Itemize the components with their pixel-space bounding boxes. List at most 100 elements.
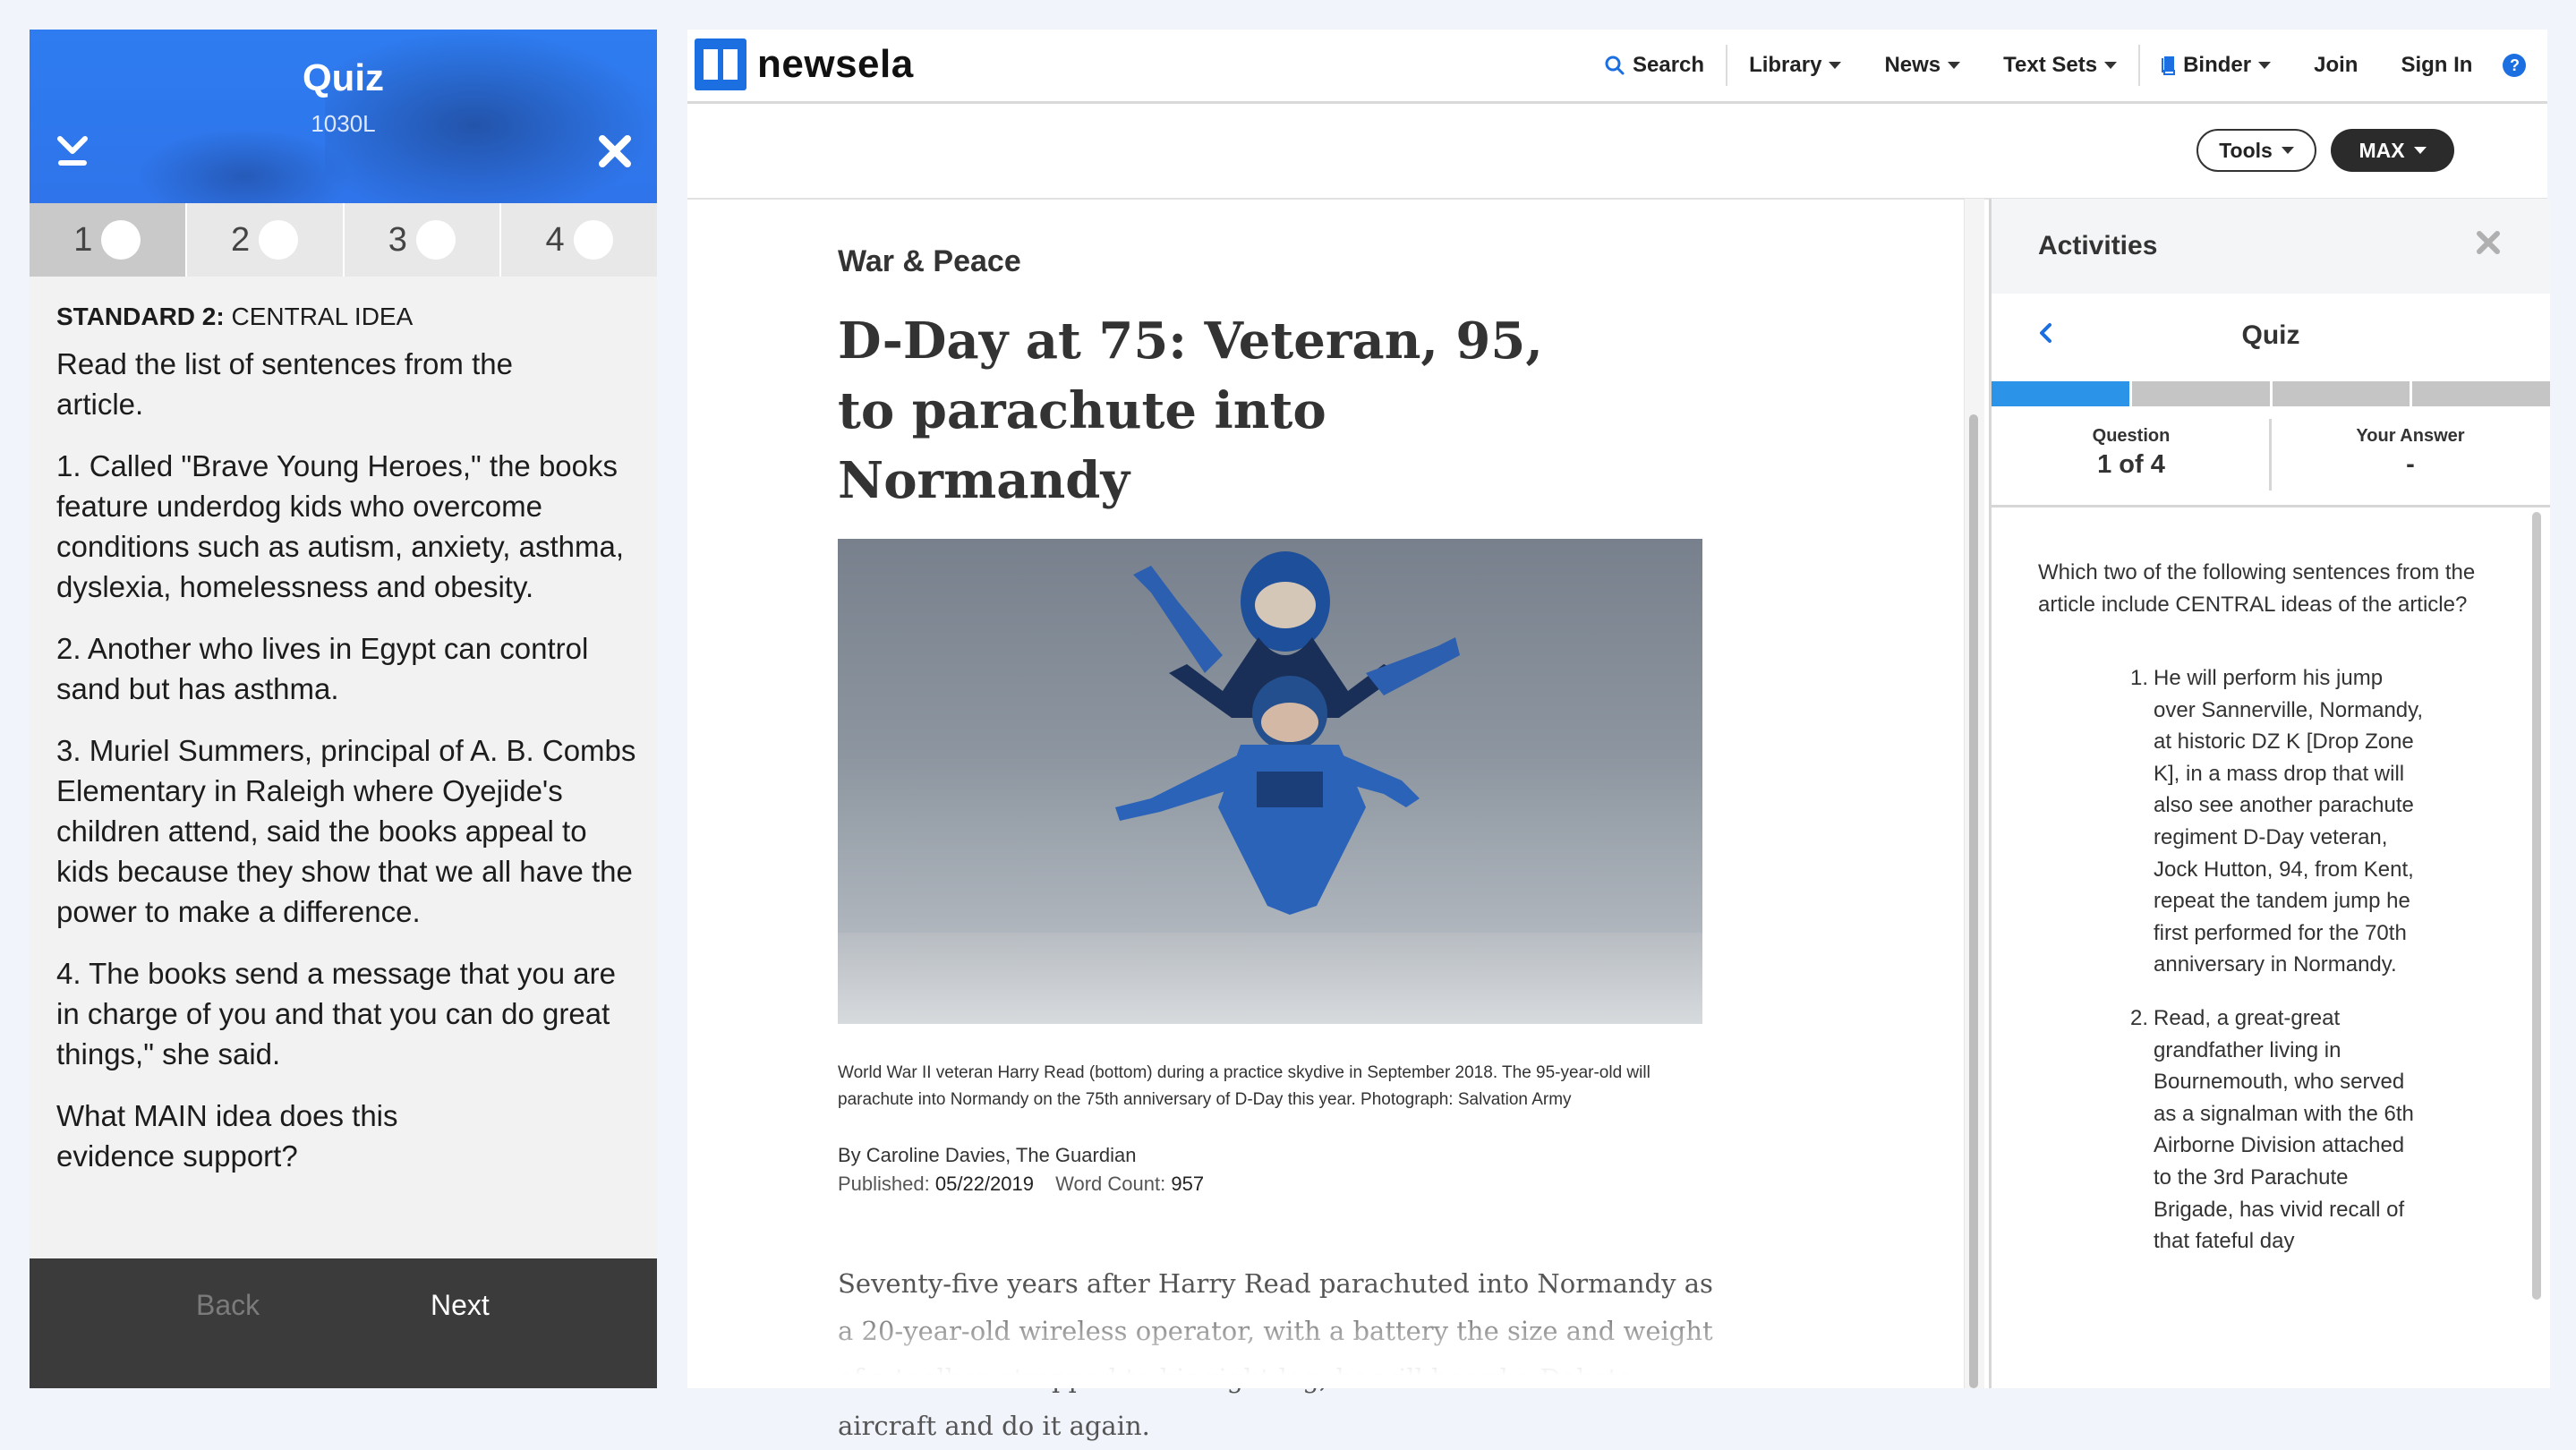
progress-segment <box>2412 381 2550 406</box>
tools-dropdown[interactable]: Tools <box>2196 129 2316 172</box>
answer-status-dot <box>259 220 299 260</box>
nav-text-sets-label: Text Sets <box>2003 53 2098 77</box>
chevron-down-icon <box>1829 62 1842 69</box>
nav-sign-in-label: Sign In <box>2401 53 2473 77</box>
nav-sign-in[interactable]: Sign In <box>2379 43 2494 88</box>
close-icon[interactable] <box>2475 229 2502 256</box>
nav-binder[interactable]: Binder <box>2140 43 2292 88</box>
main-nav: Search Library News Text Sets Binder Joi… <box>1582 30 2527 101</box>
answer-status-dot <box>573 220 613 260</box>
question-counter: Question 1 of 4 <box>1992 426 2271 480</box>
article-toolbar: Tools MAX <box>687 104 2547 200</box>
chevron-down-icon <box>2258 62 2272 69</box>
answer-option-2[interactable]: 2. Read, a great-great grandfather livin… <box>2130 1002 2426 1258</box>
activity-quiz-nav: Quiz <box>1992 294 2550 381</box>
activities-title: Activities <box>2038 231 2158 260</box>
quiz-footer: Back Next <box>30 1258 657 1388</box>
quiz-intro: Read the list of sentences from the arti… <box>56 347 513 421</box>
back-button[interactable]: Back <box>196 1289 260 1322</box>
quiz-prompt: What MAIN idea does this evidence suppor… <box>56 1099 398 1173</box>
option-number: 2. <box>2130 1005 2149 1030</box>
evidence-sentence-4: 4. The books send a message that you are… <box>56 957 616 1070</box>
top-navigation: newsela Search Library News Text Sets Bi… <box>687 30 2547 104</box>
progress-segment <box>1992 381 2129 406</box>
quiz-question-body: STANDARD 2: CENTRAL IDEA Read the list o… <box>56 303 638 1287</box>
newsela-logo-text[interactable]: newsela <box>757 42 914 87</box>
activity-question-text: Which two of the following sentences fro… <box>2038 560 2476 617</box>
article-headline: D-Day at 75: Veteran, 95, to parachute i… <box>838 311 1543 510</box>
question-tab-number: 2 <box>231 220 251 259</box>
standard-number: STANDARD 2: <box>56 303 225 330</box>
article-content: War & Peace D-Day at 75: Veteran, 95, to… <box>838 244 1715 1450</box>
quiz-progress-bar <box>1992 381 2550 406</box>
question-counter-label: Question <box>2092 426 2171 446</box>
cloud-horizon <box>838 933 1702 1024</box>
skydivers-image <box>1115 551 1460 915</box>
nav-binder-label: Binder <box>2183 53 2252 77</box>
option-text: Read, a great-great grandfather living i… <box>2154 1005 2414 1254</box>
article-scrollbar-thumb[interactable] <box>1969 414 1978 1388</box>
chevron-down-icon <box>2413 147 2427 154</box>
activities-header: Activities <box>1992 199 2550 294</box>
your-answer-label: Your Answer <box>2356 426 2465 446</box>
answer-status-dot <box>415 220 456 260</box>
activities-scrollbar[interactable] <box>2532 512 2541 1300</box>
published-label: Published: <box>838 1173 930 1195</box>
nav-news-label: News <box>1884 53 1941 77</box>
option-number: 1. <box>2130 666 2149 690</box>
article-kicker[interactable]: War & Peace <box>838 244 1715 279</box>
close-icon[interactable] <box>593 130 636 173</box>
question-tab-3[interactable]: 3 <box>344 203 502 277</box>
reading-level-label: MAX <box>2358 138 2405 162</box>
help-icon[interactable]: ? <box>2503 54 2527 77</box>
nav-search[interactable]: Search <box>1582 43 1726 88</box>
standard-name: CENTRAL IDEA <box>231 303 414 330</box>
progress-segment <box>2131 381 2270 406</box>
evidence-sentence-2: 2. Another who lives in Egypt can contro… <box>56 632 589 705</box>
word-count-label: Word Count: <box>1055 1173 1166 1195</box>
question-counter-value: 1 of 4 <box>2097 450 2165 479</box>
question-tabs: 1 2 3 4 <box>30 203 657 277</box>
next-button[interactable]: Next <box>431 1289 490 1322</box>
nav-text-sets[interactable]: Text Sets <box>1982 43 2138 88</box>
search-icon <box>1605 55 1625 75</box>
quiz-header: Quiz 1030L <box>30 30 657 203</box>
reading-level-dropdown[interactable]: MAX <box>2331 129 2454 172</box>
quiz-phone-panel: Quiz 1030L 1 2 3 4 STANDARD 2: CENTRAL I… <box>30 30 657 1388</box>
nav-join-label: Join <box>2314 53 2358 77</box>
question-stats: Question 1 of 4 Your Answer - <box>1992 406 2550 508</box>
your-answer: Your Answer - <box>2271 426 2550 480</box>
standard-label: STANDARD 2: CENTRAL IDEA <box>56 303 638 331</box>
answer-option-1[interactable]: 1. He will perform his jump over Sannerv… <box>2130 662 2426 981</box>
question-tab-2[interactable]: 2 <box>186 203 345 277</box>
nav-join[interactable]: Join <box>2292 43 2379 88</box>
evidence-sentence-1: 1. Called "Brave Young Heroes," the book… <box>56 449 625 603</box>
question-tab-number: 4 <box>545 220 565 259</box>
activity-options: 1. He will perform his jump over Sannerv… <box>2130 662 2426 1279</box>
nav-search-label: Search <box>1633 53 1705 77</box>
header-background-photo-detail <box>137 128 352 203</box>
newsela-logo-icon[interactable] <box>695 38 746 90</box>
question-tab-number: 3 <box>388 220 407 259</box>
nav-news[interactable]: News <box>1863 43 1982 88</box>
your-answer-value: - <box>2406 450 2415 479</box>
image-caption: World War II veteran Harry Read (bottom)… <box>838 1063 1651 1109</box>
question-tab-1[interactable]: 1 <box>30 203 187 277</box>
article-hero-image <box>838 539 1702 1024</box>
published-date: 05/22/2019 <box>934 1173 1034 1195</box>
newsela-page: newsela Search Library News Text Sets Bi… <box>687 30 2550 1441</box>
chevron-down-icon <box>1948 62 1961 69</box>
chevron-down-icon <box>2281 147 2294 154</box>
progress-segment <box>2272 381 2410 406</box>
nav-library[interactable]: Library <box>1727 43 1863 88</box>
answer-status-dot <box>101 220 141 260</box>
article-meta: Published: 05/22/2019 Word Count: 957 <box>838 1173 1715 1196</box>
quiz-title: Quiz <box>303 56 384 98</box>
binder-icon <box>2162 56 2176 75</box>
content-fade <box>687 1301 1958 1388</box>
quiz-lexile-level: 1030L <box>311 110 376 137</box>
option-text: He will perform his jump over Sannervill… <box>2154 666 2424 977</box>
question-tab-4[interactable]: 4 <box>501 203 657 277</box>
evidence-sentence-3: 3. Muriel Summers, principal of A. B. Co… <box>56 734 636 928</box>
activity-quiz-title: Quiz <box>2241 320 2300 350</box>
